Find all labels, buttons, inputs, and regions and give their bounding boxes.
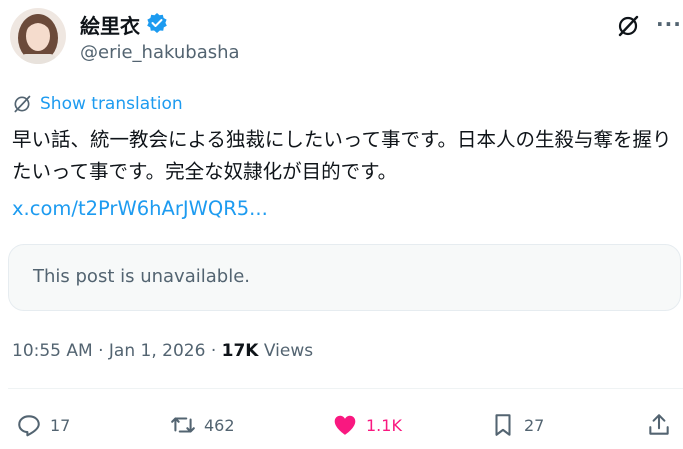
- quoted-post-card[interactable]: This post is unavailable.: [8, 244, 681, 311]
- share-icon: [649, 414, 669, 435]
- like-count: 1.1K: [366, 415, 402, 435]
- views-count: 17K: [221, 341, 259, 361]
- divider: [8, 388, 683, 389]
- bookmark-icon: [495, 414, 511, 436]
- post-text: 早い話、統一教会による独裁にしたいって事です。日本人の生殺与奪を握りたいって事で…: [12, 128, 672, 183]
- reply-count: 17: [50, 415, 71, 435]
- views-label: Views: [263, 341, 314, 361]
- repost-count: 462: [204, 415, 235, 435]
- like-icon: [334, 415, 356, 435]
- translate-icon: [14, 95, 31, 113]
- grok-icon[interactable]: [616, 14, 640, 38]
- post-time[interactable]: 10:55 AM: [12, 341, 93, 361]
- like-button[interactable]: 1.1K: [332, 412, 402, 438]
- more-icon[interactable]: ···: [656, 12, 682, 36]
- verified-badge-icon: [146, 12, 168, 38]
- bookmark-count: 27: [524, 415, 545, 435]
- post-date[interactable]: Jan 1, 2026: [109, 341, 206, 361]
- post-link[interactable]: x.com/t2PrW6hArJWQR5...: [12, 197, 268, 220]
- share-button[interactable]: [646, 412, 672, 438]
- avatar[interactable]: [10, 8, 66, 64]
- repost-icon: [171, 417, 195, 433]
- reply-button[interactable]: 17: [16, 412, 70, 438]
- post-meta: 10:55 AM · Jan 1, 2026 · 17K Views: [12, 341, 314, 361]
- author-display-name[interactable]: 絵里衣: [80, 10, 140, 39]
- show-translation-label: Show translation: [40, 94, 183, 114]
- quote-unavailable-text: This post is unavailable.: [33, 266, 250, 287]
- author-handle[interactable]: @erie_hakubasha: [80, 42, 240, 63]
- reply-icon: [18, 415, 40, 437]
- author-name-row: 絵里衣: [80, 10, 168, 39]
- repost-button[interactable]: 462: [170, 412, 235, 438]
- show-translation-link[interactable]: Show translation: [12, 94, 183, 114]
- bookmark-button[interactable]: 27: [490, 412, 544, 438]
